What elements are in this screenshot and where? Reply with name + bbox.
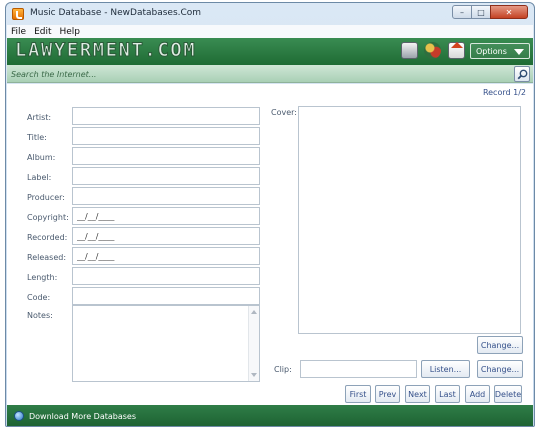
notes-textarea[interactable] bbox=[72, 305, 260, 382]
change-cover-button[interactable]: Change... bbox=[477, 336, 523, 354]
maximize-icon: □ bbox=[477, 7, 485, 17]
scroll-down-icon[interactable] bbox=[251, 373, 257, 377]
code-label: Code: bbox=[27, 293, 51, 302]
cover-label: Cover: bbox=[271, 108, 297, 117]
copyright-date-field[interactable] bbox=[72, 207, 260, 225]
window-title: Music Database - NewDatabases.Com bbox=[30, 8, 202, 18]
change-clip-button[interactable]: Change... bbox=[477, 360, 523, 378]
producer-field[interactable] bbox=[72, 187, 260, 205]
code-field[interactable] bbox=[72, 287, 260, 305]
options-label: Options bbox=[476, 46, 507, 56]
window-controls: – □ ✕ bbox=[452, 5, 528, 19]
options-button[interactable]: Options bbox=[470, 43, 530, 59]
globe-icon bbox=[14, 411, 24, 421]
menu-bar: File Edit Help bbox=[7, 25, 533, 38]
search-input[interactable] bbox=[11, 67, 505, 81]
clip-field[interactable] bbox=[300, 360, 417, 378]
recorded-date-field[interactable] bbox=[72, 227, 260, 245]
minimize-icon: – bbox=[460, 7, 464, 17]
listen-button[interactable]: Listen... bbox=[421, 360, 470, 378]
close-button[interactable]: ✕ bbox=[490, 5, 528, 19]
notes-scrollbar[interactable] bbox=[248, 306, 259, 381]
record-label-field[interactable] bbox=[72, 167, 260, 185]
recorded-label: Recorded: bbox=[27, 233, 68, 242]
maximize-button[interactable]: □ bbox=[471, 5, 491, 19]
title-field[interactable] bbox=[72, 127, 260, 145]
notes-label: Notes: bbox=[27, 311, 53, 320]
app-icon bbox=[12, 8, 24, 20]
released-label: Released: bbox=[27, 253, 67, 262]
next-button[interactable]: Next bbox=[405, 385, 430, 403]
download-databases-link[interactable]: Download More Databases bbox=[29, 412, 136, 421]
album-label: Album: bbox=[27, 153, 56, 162]
app-window: Music Database - NewDatabases.Com – □ ✕ … bbox=[5, 2, 535, 427]
menu-file[interactable]: File bbox=[7, 27, 30, 37]
banner: LAWYERMENT.COM Options bbox=[7, 38, 533, 65]
scroll-up-icon[interactable] bbox=[251, 310, 257, 314]
artist-label: Artist: bbox=[27, 113, 52, 122]
label-label: Label: bbox=[27, 173, 52, 182]
released-date-field[interactable] bbox=[72, 247, 260, 265]
producer-label: Producer: bbox=[27, 193, 66, 202]
length-label: Length: bbox=[27, 273, 58, 282]
printer-icon[interactable] bbox=[401, 42, 418, 59]
menu-edit[interactable]: Edit bbox=[30, 27, 55, 37]
chevron-down-icon bbox=[514, 49, 524, 55]
delete-button[interactable]: Delete bbox=[494, 385, 522, 403]
first-button[interactable]: First bbox=[345, 385, 371, 403]
watermark-text: LAWYERMENT.COM bbox=[14, 39, 197, 62]
prev-button[interactable]: Prev bbox=[375, 385, 400, 403]
cover-image-box bbox=[298, 106, 521, 334]
album-field[interactable] bbox=[72, 147, 260, 165]
artist-field[interactable] bbox=[72, 107, 260, 125]
menu-help[interactable]: Help bbox=[56, 27, 85, 37]
length-field[interactable] bbox=[72, 267, 260, 285]
add-button[interactable]: Add bbox=[465, 385, 490, 403]
people-icon[interactable] bbox=[424, 42, 441, 59]
search-icon bbox=[517, 69, 527, 79]
minimize-button[interactable]: – bbox=[452, 5, 472, 19]
title-label: Title: bbox=[27, 133, 47, 142]
record-counter: Record 1/2 bbox=[482, 88, 526, 97]
copyright-label: Copyright: bbox=[27, 213, 69, 222]
search-bar bbox=[7, 65, 533, 83]
clip-label: Clip: bbox=[274, 365, 292, 374]
title-bar: Music Database - NewDatabases.Com – □ ✕ bbox=[6, 3, 534, 25]
search-button[interactable] bbox=[514, 66, 530, 82]
home-icon[interactable] bbox=[448, 42, 465, 59]
close-icon: ✕ bbox=[505, 7, 513, 17]
last-button[interactable]: Last bbox=[435, 385, 460, 403]
record-form: Record 1/2 Artist: Title: Album: Label: … bbox=[7, 84, 533, 405]
status-bar: Download More Databases bbox=[7, 405, 533, 426]
